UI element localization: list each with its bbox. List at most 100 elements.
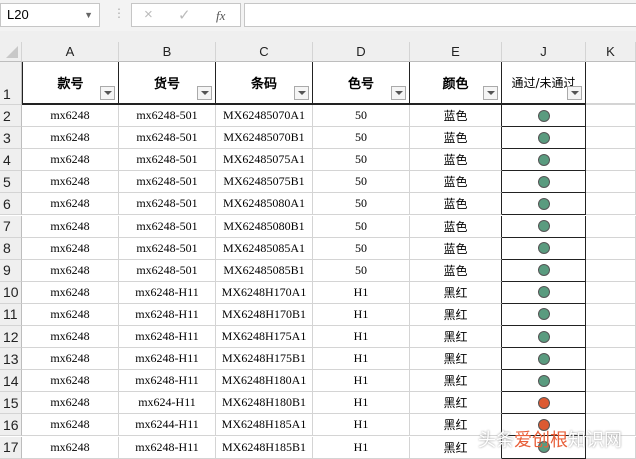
- row-header-15[interactable]: 15: [0, 392, 22, 415]
- filter-dropdown-button[interactable]: [294, 86, 309, 100]
- table-cell[interactable]: [586, 193, 636, 216]
- table-cell[interactable]: mx6248-501: [119, 127, 216, 150]
- table-cell[interactable]: [502, 392, 586, 415]
- table-cell[interactable]: MX6248H175A1: [216, 326, 313, 349]
- table-cell[interactable]: mx6248-501: [119, 149, 216, 172]
- table-cell[interactable]: MX62485080A1: [216, 193, 313, 216]
- filter-dropdown-button[interactable]: [567, 86, 582, 100]
- table-cell[interactable]: MX62485085A1: [216, 237, 313, 260]
- table-cell[interactable]: mx6248: [22, 127, 119, 150]
- table-cell[interactable]: MX62485080B1: [216, 215, 313, 238]
- table-cell[interactable]: [502, 215, 586, 238]
- select-all-button[interactable]: [0, 42, 22, 62]
- table-cell[interactable]: mx6248-501: [119, 237, 216, 260]
- table-cell[interactable]: [586, 370, 636, 393]
- table-cell[interactable]: MX6248H175B1: [216, 348, 313, 371]
- row-header-16[interactable]: 16: [0, 414, 22, 437]
- table-cell[interactable]: 50: [313, 149, 410, 172]
- table-cell[interactable]: MX62485070B1: [216, 127, 313, 150]
- row-header-8[interactable]: 8: [0, 237, 22, 260]
- table-cell[interactable]: mx6248: [22, 414, 119, 437]
- table-cell[interactable]: [502, 193, 586, 216]
- column-header-J[interactable]: J: [502, 42, 586, 62]
- table-cell[interactable]: [586, 171, 636, 194]
- row-header-5[interactable]: 5: [0, 171, 22, 194]
- table-cell[interactable]: 50: [313, 105, 410, 128]
- table-cell[interactable]: [586, 105, 636, 128]
- table-cell[interactable]: mx6248: [22, 370, 119, 393]
- table-cell[interactable]: H1: [313, 303, 410, 326]
- table-cell[interactable]: MX62485085B1: [216, 259, 313, 282]
- table-cell[interactable]: MX62485075A1: [216, 149, 313, 172]
- table-cell[interactable]: MX6248H185B1: [216, 436, 313, 459]
- row-header-17[interactable]: 17: [0, 436, 22, 459]
- table-cell[interactable]: H1: [313, 281, 410, 304]
- column-header-A[interactable]: A: [22, 42, 119, 62]
- table-cell[interactable]: [586, 215, 636, 238]
- table-cell[interactable]: H1: [313, 348, 410, 371]
- header-cell-J[interactable]: 通过/未通过: [502, 62, 586, 105]
- row-header-11[interactable]: 11: [0, 303, 22, 326]
- column-header-C[interactable]: C: [216, 42, 313, 62]
- table-cell[interactable]: MX62485070A1: [216, 105, 313, 128]
- row-header-10[interactable]: 10: [0, 281, 22, 304]
- row-header-4[interactable]: 4: [0, 149, 22, 172]
- insert-function-icon[interactable]: fx: [216, 8, 225, 24]
- table-cell[interactable]: 蓝色: [410, 149, 502, 172]
- table-cell[interactable]: mx6248-501: [119, 105, 216, 128]
- table-cell[interactable]: MX6248H185A1: [216, 414, 313, 437]
- table-cell[interactable]: [586, 348, 636, 371]
- header-cell-B[interactable]: 货号: [119, 62, 216, 105]
- table-cell[interactable]: 黑红: [410, 326, 502, 349]
- table-cell[interactable]: [586, 259, 636, 282]
- table-cell[interactable]: mx6248-H11: [119, 281, 216, 304]
- table-cell[interactable]: 蓝色: [410, 215, 502, 238]
- table-cell[interactable]: [502, 326, 586, 349]
- table-cell[interactable]: 蓝色: [410, 193, 502, 216]
- table-cell[interactable]: mx6248-501: [119, 215, 216, 238]
- row-header-14[interactable]: 14: [0, 370, 22, 393]
- table-cell[interactable]: 黑红: [410, 348, 502, 371]
- row-header-12[interactable]: 12: [0, 326, 22, 348]
- table-cell[interactable]: mx6248: [22, 392, 119, 415]
- filter-dropdown-button[interactable]: [391, 86, 406, 100]
- table-cell[interactable]: MX6248H170B1: [216, 303, 313, 326]
- row-header-6[interactable]: 6: [0, 193, 22, 216]
- table-cell[interactable]: [586, 127, 636, 150]
- table-cell[interactable]: mx6248: [22, 436, 119, 459]
- table-cell[interactable]: mx6248: [22, 171, 119, 194]
- header-cell-K[interactable]: [586, 62, 636, 105]
- table-cell[interactable]: mx6248: [22, 193, 119, 216]
- table-cell[interactable]: mx6248-501: [119, 259, 216, 282]
- table-cell[interactable]: mx6248: [22, 281, 119, 304]
- table-cell[interactable]: 蓝色: [410, 127, 502, 150]
- formula-input[interactable]: [244, 3, 636, 27]
- header-cell-C[interactable]: 条码: [216, 62, 313, 105]
- table-cell[interactable]: 50: [313, 237, 410, 260]
- table-cell[interactable]: mx6248: [22, 348, 119, 371]
- table-cell[interactable]: mx6248-H11: [119, 303, 216, 326]
- table-cell[interactable]: [502, 149, 586, 172]
- table-cell[interactable]: [586, 303, 636, 326]
- enter-icon[interactable]: ✓: [178, 6, 191, 24]
- header-cell-D[interactable]: 色号: [313, 62, 410, 105]
- row-header-7[interactable]: 7: [0, 215, 22, 238]
- table-cell[interactable]: [586, 392, 636, 415]
- chevron-down-icon[interactable]: ▼: [84, 4, 93, 26]
- table-cell[interactable]: [586, 281, 636, 304]
- table-cell[interactable]: H1: [313, 436, 410, 459]
- table-cell[interactable]: mx6248-H11: [119, 348, 216, 371]
- table-cell[interactable]: [586, 237, 636, 260]
- filter-dropdown-button[interactable]: [100, 86, 115, 100]
- table-cell[interactable]: mx624-H11: [119, 392, 216, 415]
- table-cell[interactable]: [502, 171, 586, 194]
- table-cell[interactable]: mx6248: [22, 215, 119, 238]
- filter-dropdown-button[interactable]: [197, 86, 212, 100]
- table-cell[interactable]: 50: [313, 259, 410, 282]
- table-cell[interactable]: MX62485075B1: [216, 171, 313, 194]
- column-header-B[interactable]: B: [119, 42, 216, 62]
- table-cell[interactable]: [502, 105, 586, 128]
- table-cell[interactable]: MX6248H180B1: [216, 392, 313, 415]
- filter-dropdown-button[interactable]: [483, 86, 498, 100]
- table-cell[interactable]: 黑红: [410, 392, 502, 415]
